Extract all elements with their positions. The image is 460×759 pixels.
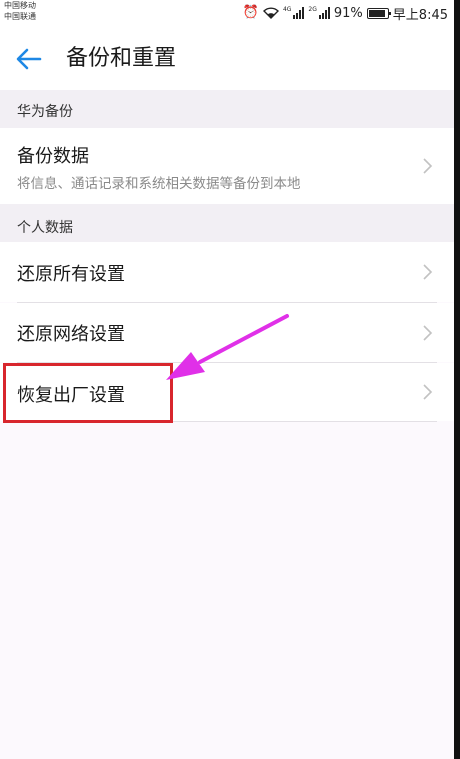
carrier-labels: 中国移动 中国联通 <box>4 0 36 22</box>
section-header-personal-data: 个人数据 <box>0 204 454 242</box>
chevron-right-icon <box>423 384 433 400</box>
backup-data-item[interactable]: 备份数据 将信息、通话记录和系统相关数据等备份到本地 <box>0 128 454 204</box>
screen-edge <box>454 0 460 759</box>
battery-percent: 91% <box>333 5 363 21</box>
page-title: 备份和重置 <box>66 46 177 71</box>
carrier-2: 中国联通 <box>4 12 36 21</box>
reset-all-settings-item[interactable]: 还原所有设置 <box>0 242 454 302</box>
status-icons: ⏰ 4G 2G 91% 早上8:45 <box>242 4 448 23</box>
section-title: 华为备份 <box>17 104 73 120</box>
back-arrow-icon <box>16 48 42 70</box>
section-title: 个人数据 <box>17 220 73 236</box>
item-subtitle: 将信息、通话记录和系统相关数据等备份到本地 <box>17 176 301 192</box>
signal-1-icon: 4G <box>282 6 305 19</box>
item-label: 备份数据 <box>17 146 89 167</box>
item-label: 恢复出厂设置 <box>17 385 125 406</box>
title-bar: 备份和重置 <box>0 26 454 90</box>
screen: 中国移动 中国联通 ⏰ 4G 2G 91% 早上8:45 备份和重置 华为备份 … <box>0 0 460 759</box>
carrier-1: 中国移动 <box>4 1 36 10</box>
signal-2-tag: 2G <box>308 6 317 13</box>
factory-reset-item[interactable]: 恢复出厂设置 <box>0 363 454 421</box>
reset-network-settings-item[interactable]: 还原网络设置 <box>0 303 454 362</box>
item-label: 还原所有设置 <box>17 264 125 285</box>
wifi-icon <box>262 7 279 19</box>
signal-1-tag: 4G <box>282 6 292 13</box>
divider <box>17 421 437 422</box>
chevron-right-icon <box>423 264 433 280</box>
alarm-clock-icon: ⏰ <box>242 5 259 20</box>
section-header-huawei-backup: 华为备份 <box>0 90 454 128</box>
item-label: 还原网络设置 <box>17 324 125 345</box>
chevron-right-icon <box>423 158 433 174</box>
status-bar: 中国移动 中国联通 ⏰ 4G 2G 91% 早上8:45 <box>0 0 454 26</box>
signal-2-icon: 2G <box>308 6 330 19</box>
battery-icon <box>366 7 391 19</box>
status-time: 早上8:45 <box>392 7 448 23</box>
chevron-right-icon <box>423 325 433 341</box>
back-button[interactable] <box>12 42 46 76</box>
